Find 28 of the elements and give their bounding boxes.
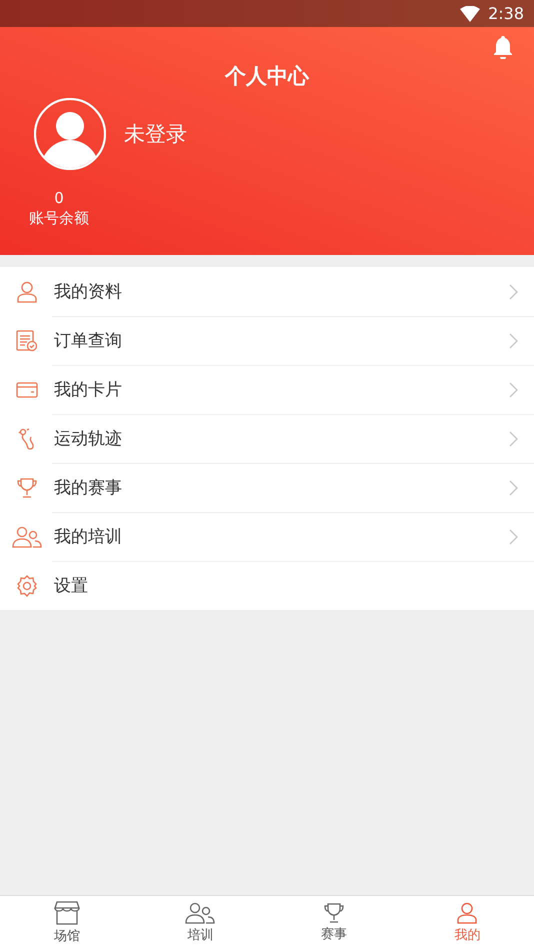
document-check-icon bbox=[16, 330, 38, 352]
menu-item[interactable]: 我的资料 bbox=[0, 267, 534, 316]
menu-item[interactable]: 订单查询 bbox=[0, 316, 534, 365]
people-icon bbox=[12, 526, 42, 548]
trophy-icon bbox=[324, 902, 344, 922]
menu-item[interactable]: 我的培训 bbox=[0, 512, 534, 561]
person-icon bbox=[457, 902, 478, 924]
bell-icon[interactable] bbox=[492, 35, 514, 59]
status-time: 2:38 bbox=[488, 4, 524, 23]
avatar-icon[interactable] bbox=[34, 98, 106, 170]
menu-item[interactable]: 运动轨迹 bbox=[0, 414, 534, 463]
user-name[interactable]: 未登录 bbox=[124, 120, 187, 148]
trophy-icon bbox=[17, 478, 37, 498]
tab[interactable]: 场馆 bbox=[0, 896, 134, 949]
store-icon bbox=[54, 900, 80, 924]
balance-value: 0 bbox=[54, 188, 64, 208]
balance-label: 账号余额 bbox=[29, 208, 89, 228]
person-icon bbox=[17, 280, 37, 302]
tab[interactable]: 培训 bbox=[134, 896, 267, 949]
page-title: 个人中心 bbox=[224, 63, 310, 89]
card-icon bbox=[16, 382, 38, 398]
people-icon bbox=[185, 902, 216, 924]
settings-icon bbox=[16, 574, 38, 596]
menu-item[interactable]: 我的赛事 bbox=[0, 463, 534, 512]
menu-item[interactable]: 我的卡片 bbox=[0, 365, 534, 414]
menu-item[interactable]: 设置 bbox=[0, 561, 534, 610]
wifi-icon bbox=[460, 6, 480, 22]
tab[interactable]: 赛事 bbox=[267, 896, 400, 949]
